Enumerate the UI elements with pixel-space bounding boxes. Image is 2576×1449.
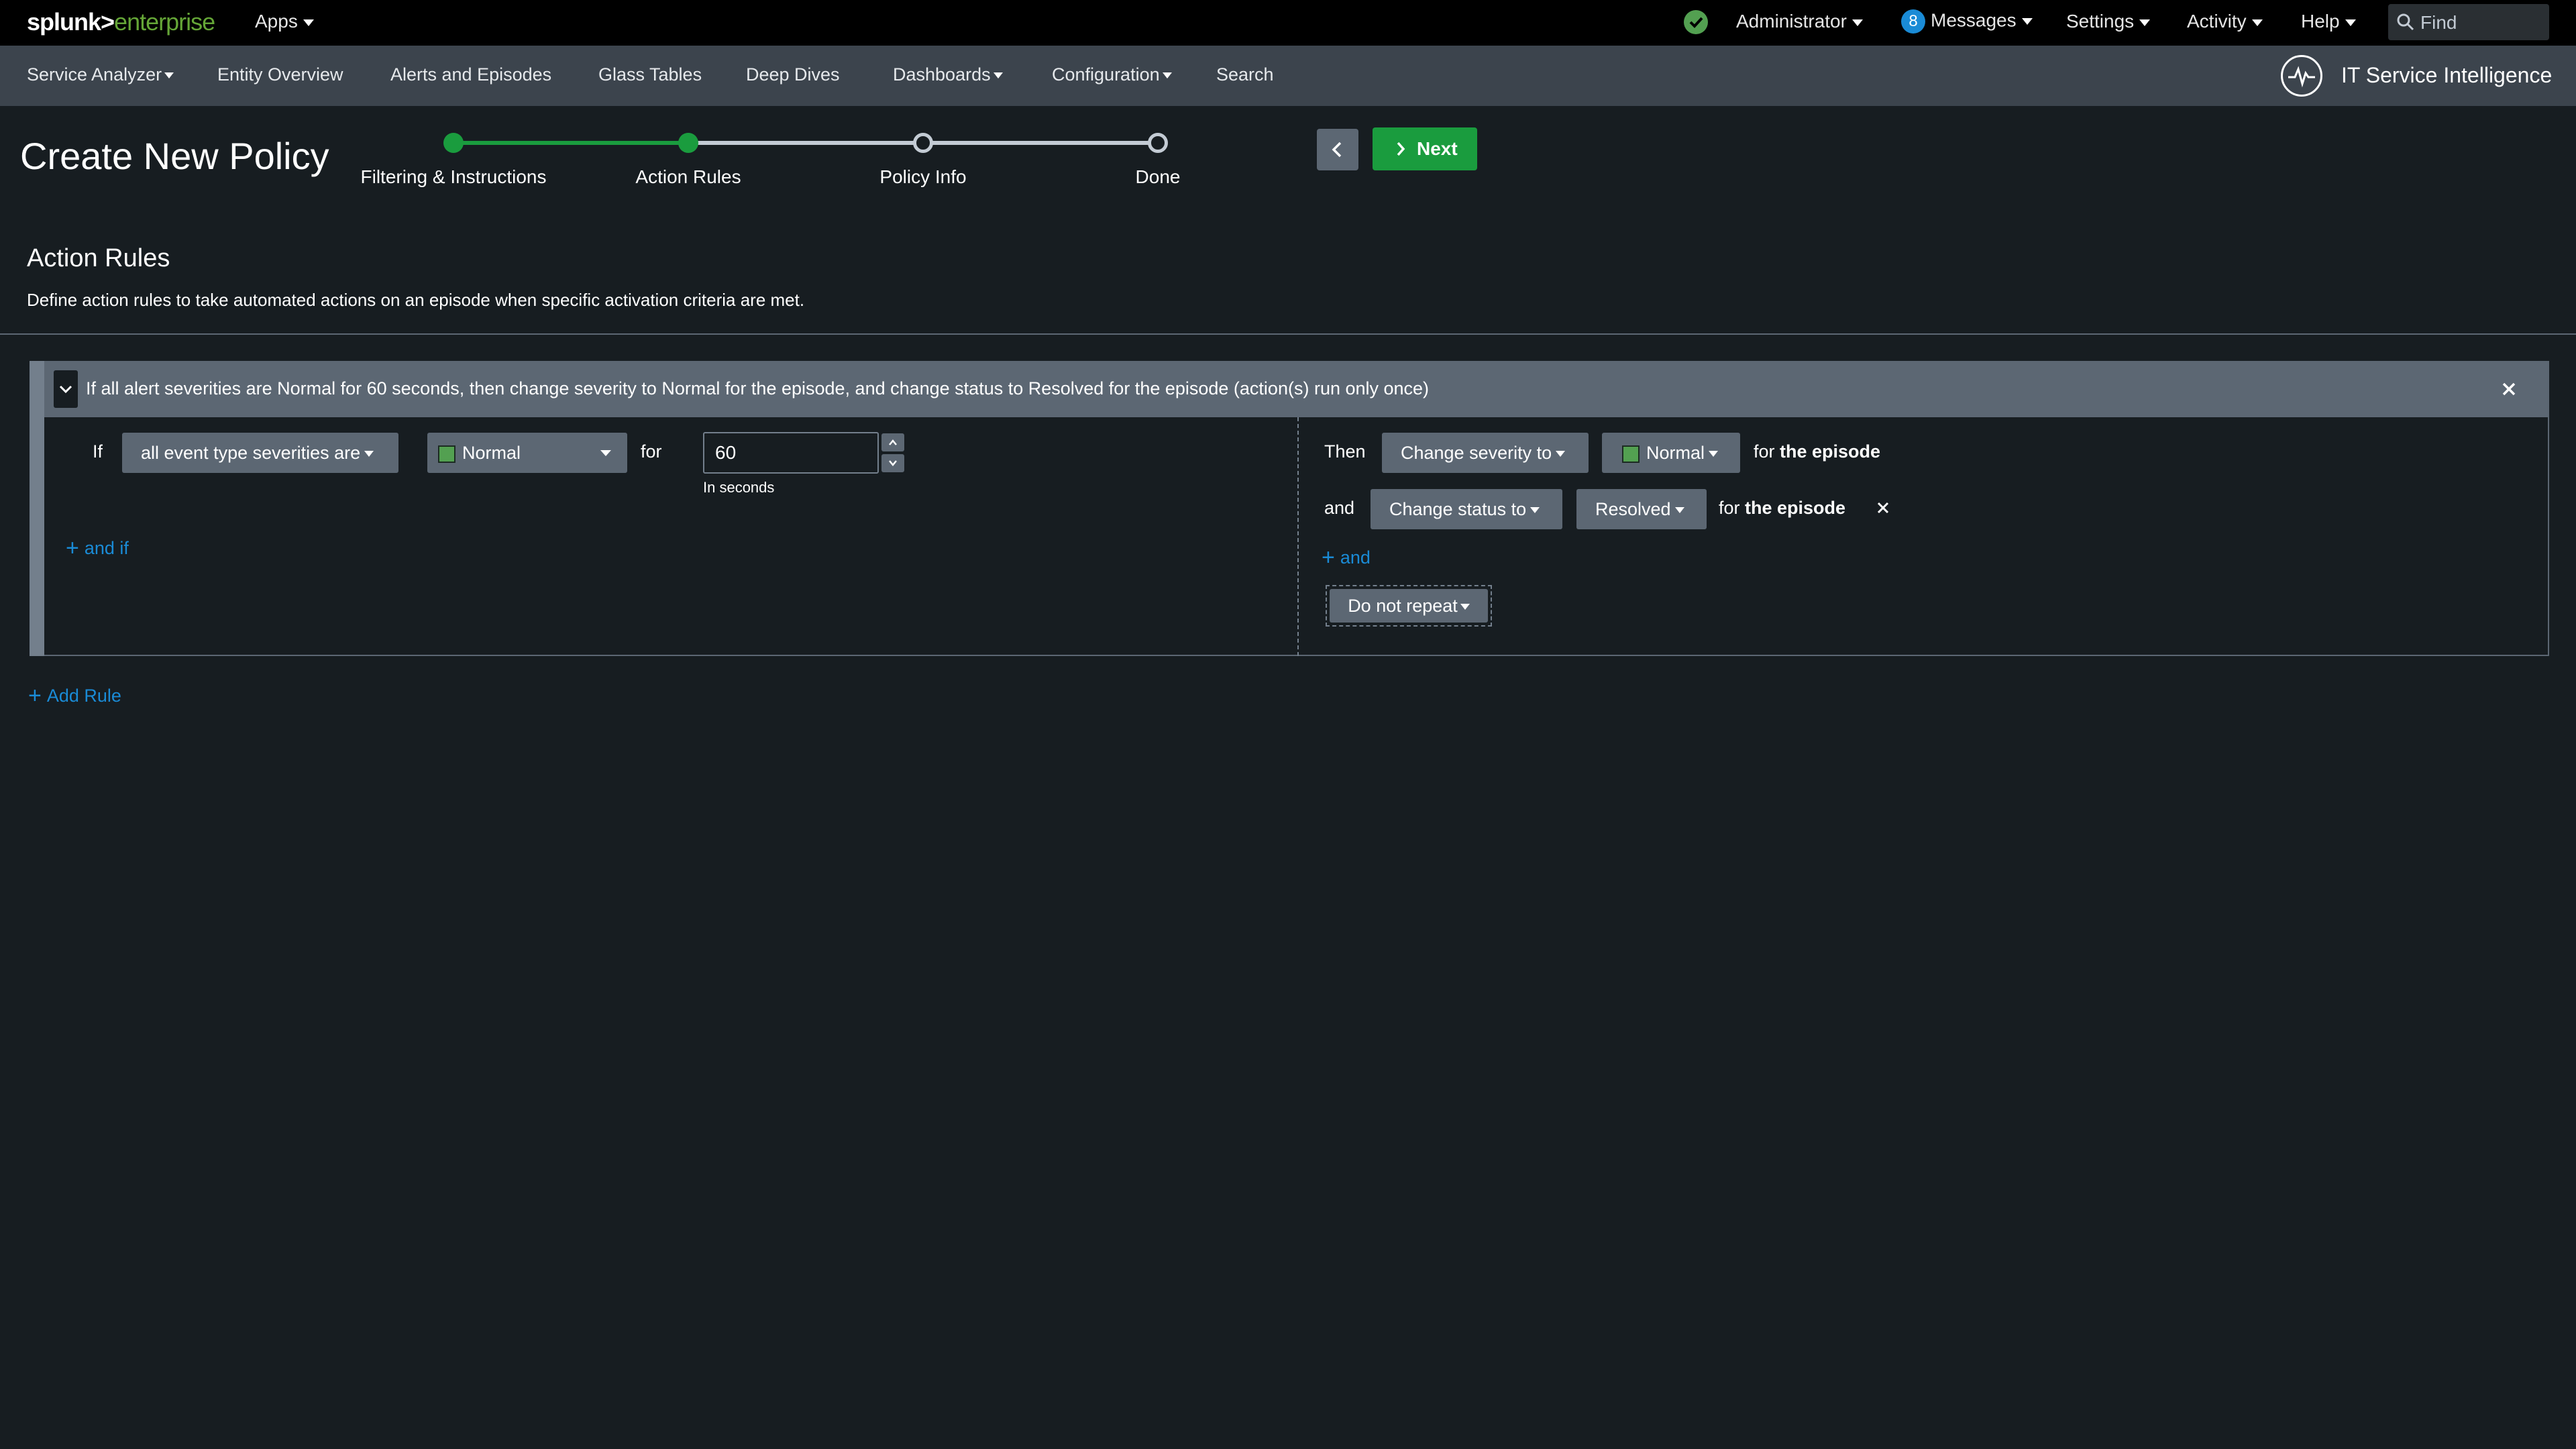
- plus-icon: +: [66, 535, 79, 561]
- action-2-dropdown[interactable]: Change status to: [1371, 489, 1562, 529]
- caret-down-icon: [164, 72, 174, 79]
- severity-swatch: [1622, 445, 1640, 463]
- step-label-policy-info: Policy Info: [879, 166, 967, 187]
- nav-configuration[interactable]: Configuration: [1052, 64, 1172, 85]
- messages-menu[interactable]: 8 Messages: [1901, 9, 2033, 34]
- caret-down-icon: [2251, 19, 2263, 26]
- action-1-target: for the episode: [1754, 441, 1881, 462]
- divider: [0, 333, 2576, 335]
- caret-down-icon: [1530, 507, 1540, 514]
- caret-down-icon: [600, 450, 611, 456]
- caret-down-icon: [1162, 72, 1172, 79]
- close-icon: [1877, 502, 1889, 514]
- nav-dashboards[interactable]: Dashboards: [893, 64, 1003, 85]
- nav-alerts-and-episodes[interactable]: Alerts and Episodes: [390, 64, 551, 85]
- repeat-dropdown-label: Do not repeat: [1330, 589, 1488, 623]
- caret-down-icon: [1460, 604, 1470, 610]
- close-icon: [2502, 382, 2516, 396]
- page-title: Create New Policy: [20, 135, 329, 177]
- caret-down-icon: [2139, 19, 2151, 26]
- duration-decrement[interactable]: [881, 454, 904, 472]
- chevron-down-icon: [889, 460, 897, 466]
- collapse-rule-button[interactable]: [54, 370, 78, 408]
- action-1-value-dropdown[interactable]: Normal: [1602, 433, 1740, 473]
- nav-search[interactable]: Search: [1216, 64, 1274, 85]
- section-description: Define action rules to take automated ac…: [27, 290, 805, 310]
- itsi-pulse-icon: [2281, 55, 2322, 97]
- app-nav-bar: [0, 46, 2576, 106]
- action-1-dropdown[interactable]: Change severity to: [1382, 433, 1589, 473]
- severity-swatch: [438, 445, 455, 463]
- search-icon: [2397, 13, 2414, 31]
- caret-down-icon: [1709, 451, 1719, 458]
- health-ok-icon[interactable]: [1684, 10, 1708, 34]
- then-label: Then: [1324, 441, 1366, 462]
- condition-type-dropdown[interactable]: all event type severities are: [122, 433, 398, 473]
- for-label: for: [641, 441, 662, 462]
- and-label: and: [1324, 498, 1355, 518]
- step-connector: [453, 141, 688, 145]
- duration-hint: In seconds: [703, 479, 775, 496]
- back-button[interactable]: [1317, 129, 1358, 170]
- caret-down-icon: [2021, 18, 2033, 25]
- repeat-dropdown[interactable]: Do not repeat: [1326, 585, 1492, 627]
- nav-deep-dives[interactable]: Deep Dives: [746, 64, 840, 85]
- step-label-action-rules: Action Rules: [635, 166, 741, 187]
- duration-input[interactable]: [703, 432, 879, 474]
- nav-glass-tables[interactable]: Glass Tables: [598, 64, 702, 85]
- step-connector: [688, 141, 923, 145]
- step-dot-action-rules: [678, 133, 698, 153]
- plus-icon: +: [28, 683, 42, 708]
- chevron-up-icon: [889, 439, 897, 445]
- if-label: If: [93, 441, 103, 462]
- next-button[interactable]: Next: [1373, 127, 1477, 170]
- app-title: IT Service Intelligence: [2341, 63, 2553, 87]
- plus-icon: +: [1322, 545, 1335, 570]
- splunk-logo[interactable]: splunk>enterprise: [27, 8, 215, 36]
- step-label-done: Done: [1135, 166, 1181, 187]
- condition-severity-dropdown[interactable]: Normal: [427, 433, 627, 473]
- step-label-filtering: Filtering & Instructions: [360, 166, 547, 187]
- remove-action-button[interactable]: [1873, 498, 1893, 518]
- nav-entity-overview[interactable]: Entity Overview: [217, 64, 343, 85]
- add-rule-link[interactable]: + Add Rule: [28, 683, 121, 709]
- messages-count-badge: 8: [1901, 9, 1925, 34]
- step-dot-done: [1148, 133, 1168, 153]
- delete-rule-button[interactable]: [2497, 377, 2521, 401]
- apps-menu[interactable]: Apps: [255, 11, 314, 32]
- caret-down-icon: [993, 72, 1003, 79]
- step-connector: [923, 141, 1158, 145]
- settings-menu[interactable]: Settings: [2066, 11, 2151, 32]
- chevron-left-icon: [1332, 142, 1342, 158]
- help-menu[interactable]: Help: [2301, 11, 2356, 32]
- add-condition-link[interactable]: + and if: [66, 535, 129, 561]
- action-2-value-dropdown[interactable]: Resolved: [1576, 489, 1707, 529]
- rule-drag-handle[interactable]: [30, 361, 44, 656]
- caret-down-icon: [364, 451, 374, 458]
- find-input[interactable]: Find: [2388, 4, 2549, 40]
- step-dot-filtering: [443, 133, 464, 153]
- step-dot-policy-info: [913, 133, 933, 153]
- administrator-menu[interactable]: Administrator: [1736, 11, 1863, 32]
- chevron-right-icon: [1397, 142, 1405, 156]
- caret-down-icon: [1674, 507, 1684, 514]
- condition-action-divider: [1297, 417, 1299, 656]
- activity-menu[interactable]: Activity: [2187, 11, 2263, 32]
- section-title: Action Rules: [27, 244, 170, 272]
- action-2-target: for the episode: [1719, 498, 1846, 518]
- caret-down-icon: [303, 19, 314, 26]
- caret-down-icon: [1556, 451, 1566, 458]
- nav-service-analyzer[interactable]: Service Analyzer: [27, 64, 174, 85]
- caret-down-icon: [1851, 19, 1863, 26]
- duration-increment[interactable]: [881, 433, 904, 451]
- add-action-link[interactable]: + and: [1322, 545, 1371, 571]
- caret-down-icon: [2345, 19, 2356, 26]
- rule-summary: If all alert severities are Normal for 6…: [86, 378, 1430, 398]
- chevron-down-icon: [59, 385, 72, 394]
